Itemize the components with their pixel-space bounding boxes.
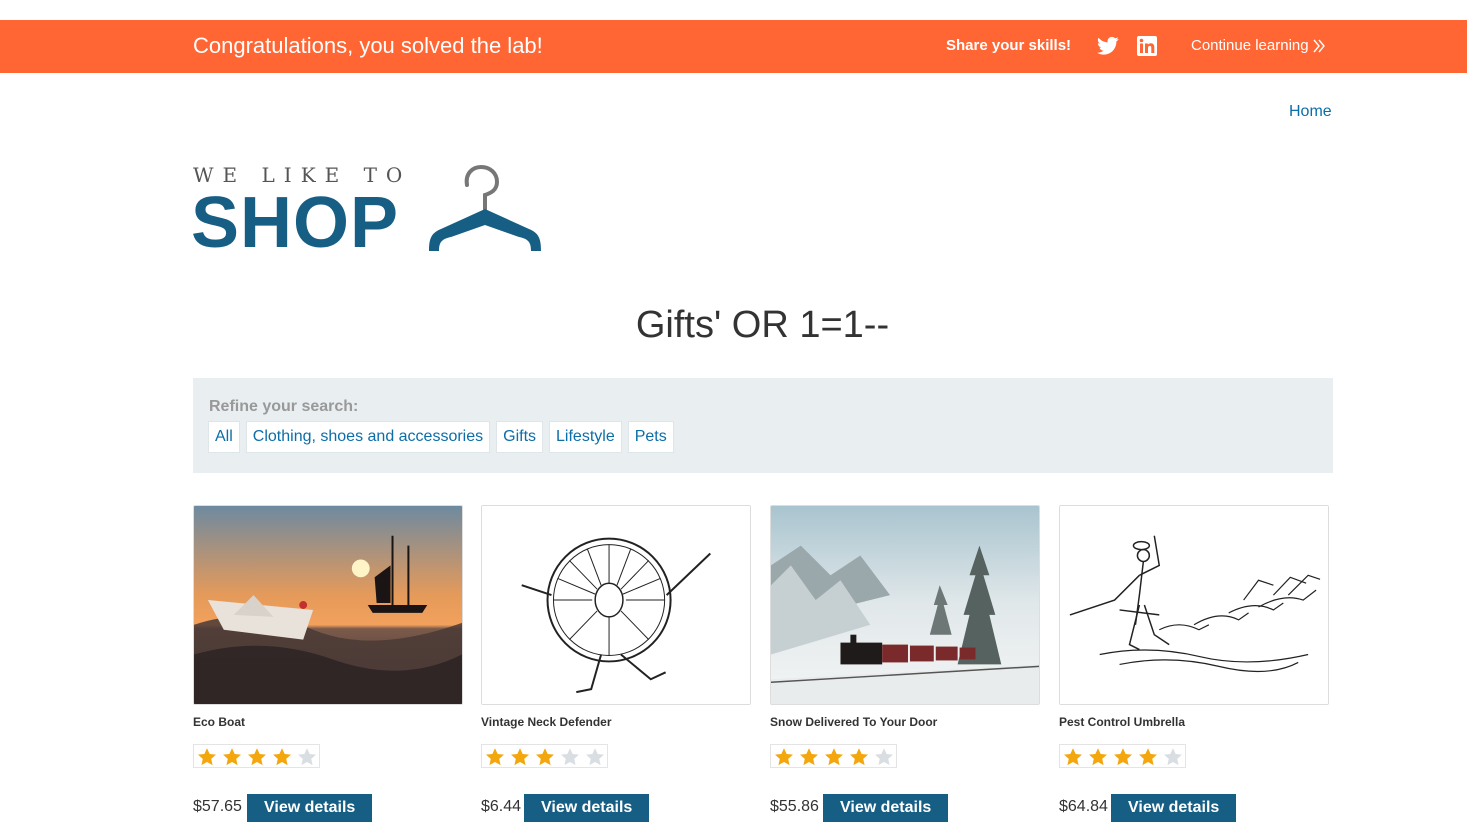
product-image-pest-control-umbrella[interactable] xyxy=(1059,505,1329,705)
star-filled-icon xyxy=(796,745,821,767)
snow-train-image xyxy=(771,506,1039,704)
star-filled-icon xyxy=(244,745,269,767)
rating-stars xyxy=(770,744,897,768)
refine-search-label: Refine your search: xyxy=(209,398,359,415)
product-price: $55.86 xyxy=(770,798,819,815)
star-filled-icon xyxy=(846,745,871,767)
product-card: Pest Control Umbrella $64.84 View detail… xyxy=(1059,505,1329,822)
rating-stars xyxy=(1059,744,1186,768)
product-price: $64.84 xyxy=(1059,798,1108,815)
filter-all[interactable]: All xyxy=(208,421,240,453)
product-price: $57.65 xyxy=(193,798,242,815)
product-name[interactable]: Snow Delivered To Your Door xyxy=(770,715,937,729)
star-filled-icon xyxy=(1110,745,1135,767)
star-empty-icon xyxy=(871,745,896,767)
umbrella-cats-illustration xyxy=(1060,506,1328,704)
product-card: Snow Delivered To Your Door $55.86 View … xyxy=(770,505,1040,822)
share-skills-label: Share your skills! xyxy=(946,37,1072,54)
star-filled-icon xyxy=(821,745,846,767)
star-empty-icon xyxy=(294,745,319,767)
rating-stars xyxy=(481,744,608,768)
double-chevron-right-icon xyxy=(1313,39,1325,52)
neck-ruff-illustration xyxy=(482,506,750,704)
lab-solved-banner: Congratulations, you solved the lab! Sha… xyxy=(0,20,1467,73)
product-name[interactable]: Vintage Neck Defender xyxy=(481,715,612,729)
rating-stars xyxy=(193,744,320,768)
continue-learning-label: Continue learning xyxy=(1191,37,1309,54)
star-filled-icon xyxy=(507,745,532,767)
filter-clothing[interactable]: Clothing, shoes and accessories xyxy=(245,421,491,453)
star-filled-icon xyxy=(1060,745,1085,767)
view-details-button[interactable]: View details xyxy=(247,794,373,822)
logo-wordmark: SHOP xyxy=(191,183,400,263)
product-image-snow-delivered[interactable] xyxy=(770,505,1040,705)
refine-search-panel: Refine your search: All Clothing, shoes … xyxy=(193,378,1333,473)
hanger-icon xyxy=(429,164,541,251)
view-details-button[interactable]: View details xyxy=(823,794,949,822)
view-details-button[interactable]: View details xyxy=(524,794,650,822)
product-image-vintage-neck-defender[interactable] xyxy=(481,505,751,705)
product-card: Eco Boat $57.65 View details xyxy=(193,505,463,822)
linkedin-icon[interactable] xyxy=(1137,36,1157,56)
star-filled-icon xyxy=(532,745,557,767)
boat-sunset-image xyxy=(194,506,462,704)
star-filled-icon xyxy=(194,745,219,767)
category-filters: All Clothing, shoes and accessories Gift… xyxy=(208,421,674,453)
star-filled-icon xyxy=(269,745,294,767)
home-link[interactable]: Home xyxy=(1289,103,1332,121)
banner-title: Congratulations, you solved the lab! xyxy=(193,33,543,58)
product-image-eco-boat[interactable] xyxy=(193,505,463,705)
twitter-icon[interactable] xyxy=(1097,36,1119,56)
product-card: Vintage Neck Defender $6.44 View details xyxy=(481,505,751,822)
star-filled-icon xyxy=(1135,745,1160,767)
star-filled-icon xyxy=(219,745,244,767)
search-results-heading: Gifts' OR 1=1-- xyxy=(635,304,890,346)
view-details-button[interactable]: View details xyxy=(1111,794,1237,822)
product-name[interactable]: Eco Boat xyxy=(193,715,245,729)
filter-gifts[interactable]: Gifts xyxy=(496,421,544,453)
filter-lifestyle[interactable]: Lifestyle xyxy=(549,421,622,453)
star-filled-icon xyxy=(771,745,796,767)
product-price: $6.44 xyxy=(481,798,522,815)
product-name[interactable]: Pest Control Umbrella xyxy=(1059,715,1185,729)
star-empty-icon xyxy=(582,745,607,767)
star-filled-icon xyxy=(1085,745,1110,767)
continue-learning-link[interactable]: Continue learning xyxy=(1191,37,1325,54)
star-filled-icon xyxy=(482,745,507,767)
filter-pets[interactable]: Pets xyxy=(627,421,674,453)
star-empty-icon xyxy=(1160,745,1185,767)
shop-logo[interactable]: WE LIKE TO SHOP xyxy=(191,163,545,263)
star-empty-icon xyxy=(557,745,582,767)
